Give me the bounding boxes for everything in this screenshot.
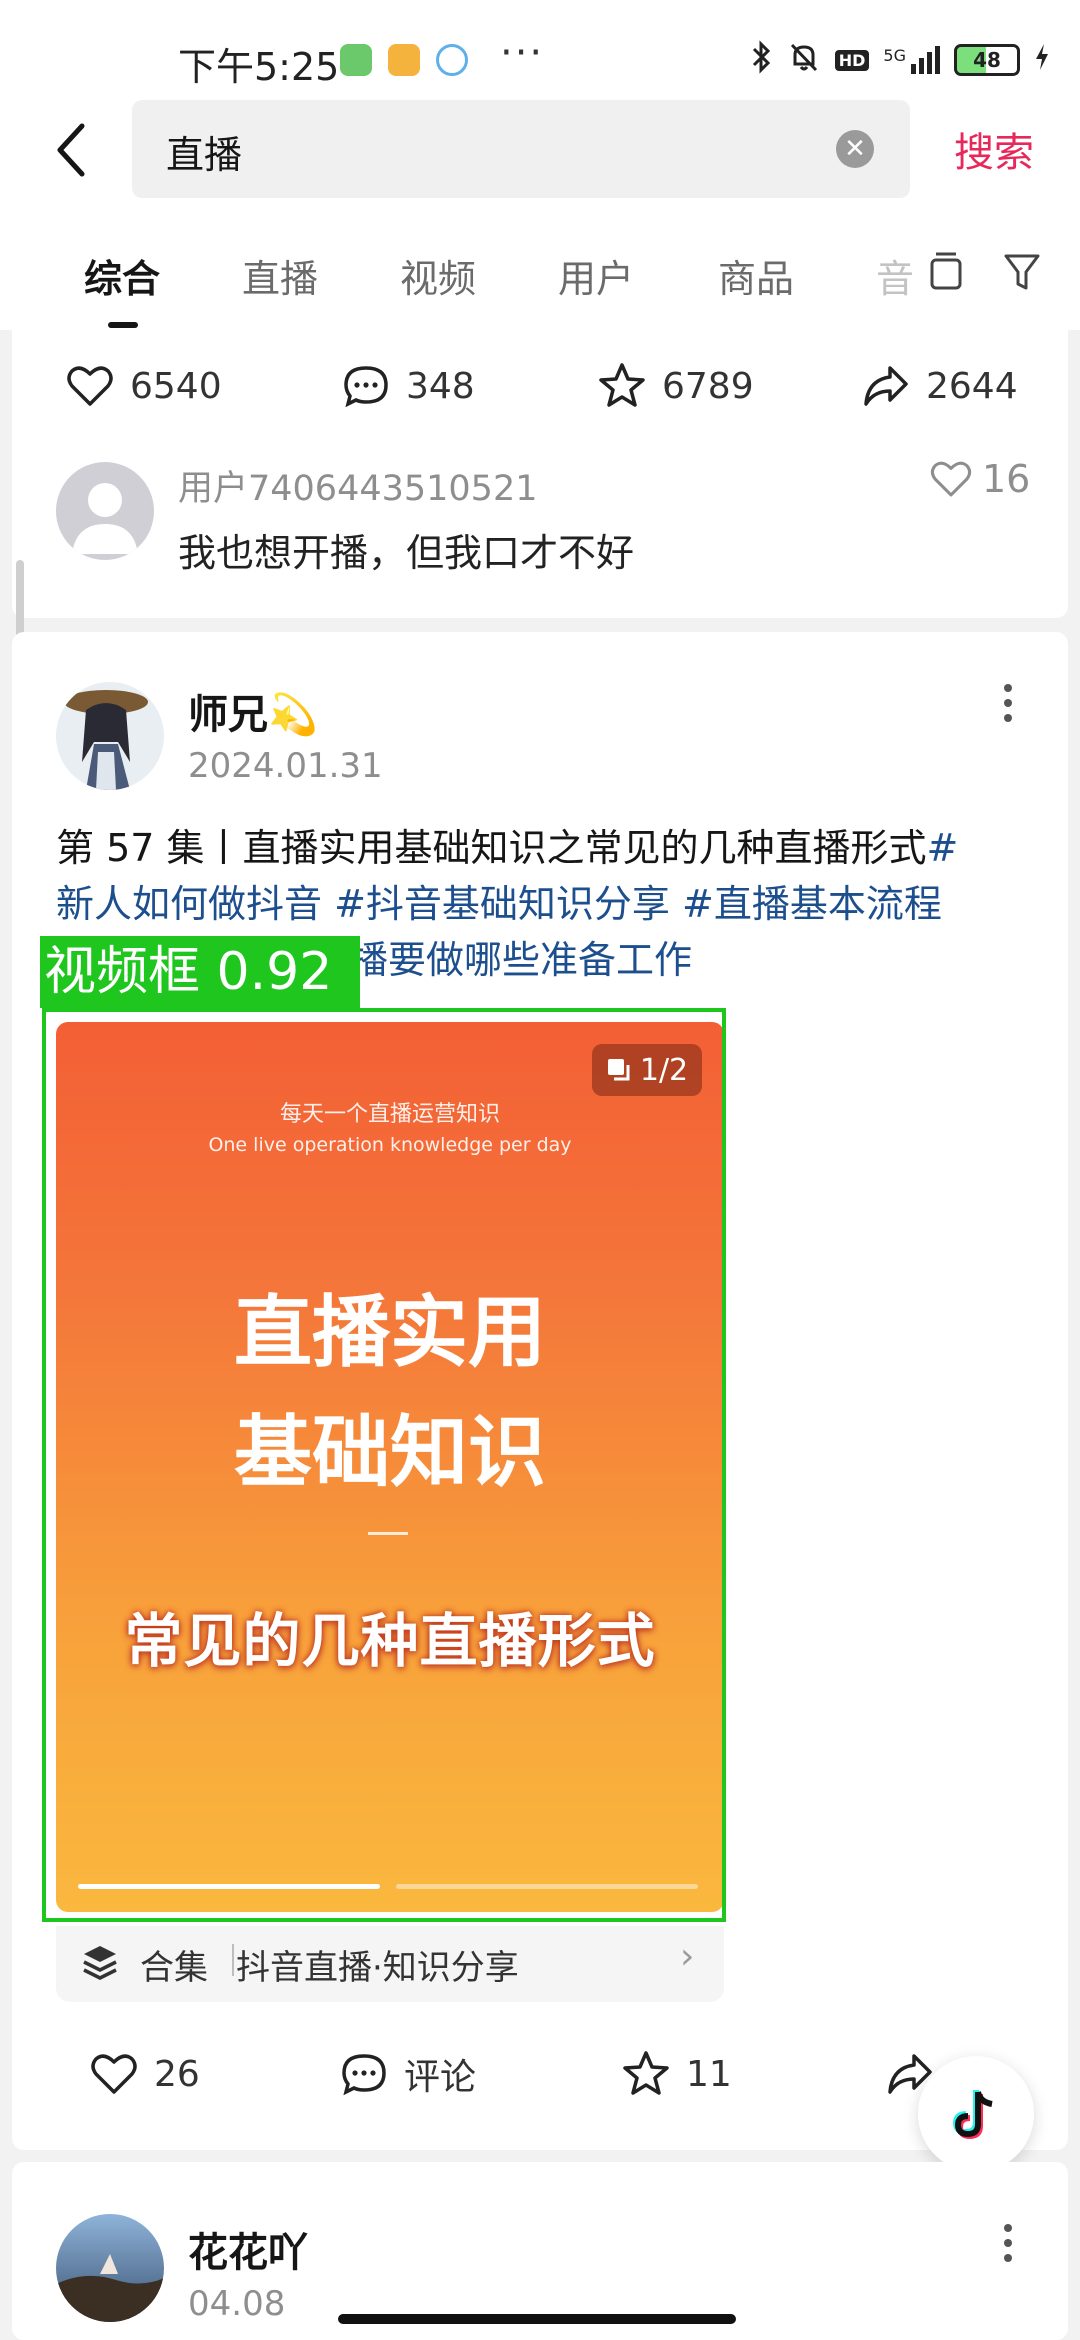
collection-name: 抖音直播·知识分享	[236, 1948, 519, 1988]
share-icon	[864, 366, 908, 406]
tab-users[interactable]: 用户	[558, 248, 634, 303]
comment-button[interactable]: 评论	[338, 2048, 476, 2100]
battery-icon: 48	[954, 44, 1020, 76]
tab-video[interactable]: 视频	[400, 248, 476, 303]
layers-icon	[80, 1942, 120, 1986]
status-bar: 下午5:25 ··· HD 5G 48	[0, 0, 1080, 100]
chevron-right-icon: ›	[680, 1936, 695, 1977]
next-more-options-icon[interactable]	[1004, 2224, 1012, 2262]
author-avatar[interactable]	[56, 682, 164, 790]
back-arrow-icon	[57, 123, 85, 177]
post-date: 2024.01.31	[188, 746, 383, 786]
status-time: 下午5:25	[178, 45, 340, 89]
detection-label: 视频框 0.92	[40, 936, 360, 1008]
prev-comment-button[interactable]: 348	[340, 360, 475, 412]
comment-text: 我也想开播，但我口才不好	[178, 531, 635, 575]
commenter-avatar[interactable]	[56, 462, 154, 560]
heart-icon	[930, 461, 972, 497]
favorite-count: 11	[686, 2053, 732, 2095]
search-button[interactable]: 搜索	[954, 120, 1034, 178]
status-right: HD 5G 48	[751, 40, 1050, 80]
tab-music[interactable]: 音	[876, 248, 914, 303]
filter-icon[interactable]	[1002, 250, 1042, 298]
comment-icon	[344, 366, 388, 408]
star-icon	[599, 363, 645, 407]
heart-icon	[91, 2054, 137, 2094]
more-options-icon[interactable]	[1004, 684, 1012, 722]
next-author-name[interactable]: 花花吖	[188, 2220, 308, 2278]
layout-toggle-icon[interactable]	[926, 250, 966, 298]
post-title: 第 57 集丨直播实用基础知识之常见的几种直播形式	[56, 826, 927, 870]
home-indicator[interactable]	[338, 2314, 736, 2324]
star-icon	[623, 2051, 669, 2095]
favorite-count: 6789	[662, 365, 754, 407]
author-name[interactable]: 师兄💫	[188, 682, 318, 740]
charging-icon	[1034, 43, 1050, 77]
tab-general[interactable]: 综合	[84, 248, 160, 303]
like-count: 6540	[130, 365, 222, 407]
prev-favorite-button[interactable]: 6789	[596, 360, 754, 412]
like-count: 26	[154, 2053, 200, 2095]
hashtag-preparation[interactable]: 直播要做哪些准备工作	[312, 938, 692, 982]
search-input[interactable]	[132, 100, 910, 198]
hashtag-live-process[interactable]: #直播基本流程	[670, 882, 942, 926]
next-post-date: 04.08	[188, 2284, 286, 2324]
douyin-fab-button[interactable]	[918, 2056, 1034, 2172]
mute-icon	[787, 40, 821, 80]
hd-icon: HD	[834, 49, 870, 71]
cloud-notification-icon	[436, 44, 468, 76]
signal-icon: 5G	[883, 46, 940, 74]
like-button[interactable]: 26	[88, 2048, 200, 2100]
hashtag-newbie[interactable]: 新人如何做抖音	[56, 882, 322, 926]
more-notifications-icon: ···	[500, 30, 545, 76]
tiktok-logo-icon	[952, 2090, 993, 2140]
clear-search-icon[interactable]: ✕	[836, 130, 874, 168]
prev-like-button[interactable]: 6540	[64, 360, 222, 412]
search-query[interactable]: 直播	[166, 124, 242, 179]
hashtag-basics[interactable]: #抖音基础知识分享	[322, 882, 670, 926]
tab-indicator	[108, 322, 138, 328]
comment-icon	[342, 2054, 386, 2096]
network-type: 5G	[883, 46, 906, 65]
comment-label: 评论	[404, 2057, 477, 2098]
collection-divider	[232, 1944, 234, 1976]
tab-products[interactable]: 商品	[718, 248, 794, 303]
favorite-button[interactable]: 11	[620, 2048, 732, 2100]
tab-live[interactable]: 直播	[242, 248, 318, 303]
next-author-avatar[interactable]	[56, 2214, 164, 2322]
commenter-name[interactable]: 用户7406443510521	[178, 460, 538, 511]
app-notification-icon	[340, 44, 372, 76]
comment-like-button[interactable]: 16	[928, 456, 1030, 502]
comment-like-count: 16	[982, 457, 1031, 501]
bluetooth-icon	[751, 40, 773, 80]
detection-box	[42, 1008, 726, 1922]
app58-notification-icon	[388, 44, 420, 76]
heart-icon	[67, 366, 113, 406]
hashtag-symbol[interactable]: #	[927, 826, 959, 870]
collection-label: 合集	[140, 1948, 208, 1988]
comment-count: 348	[406, 365, 475, 407]
back-button[interactable]	[50, 120, 110, 180]
share-count: 2644	[926, 365, 1018, 407]
prev-share-button[interactable]: 2644	[860, 360, 1018, 412]
